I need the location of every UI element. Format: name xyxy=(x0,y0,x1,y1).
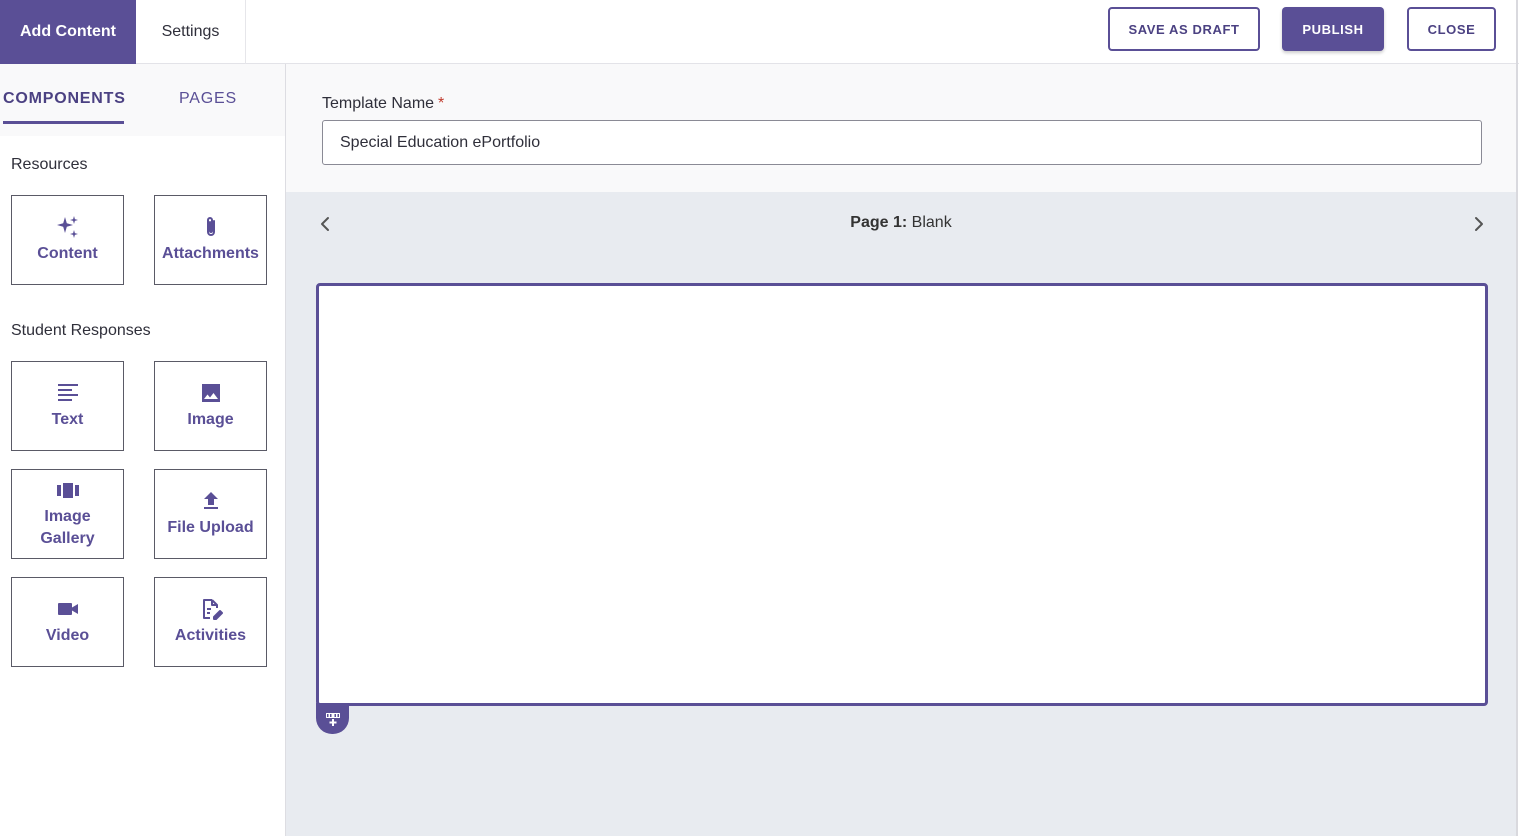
close-button[interactable]: CLOSE xyxy=(1407,7,1496,51)
component-content[interactable]: Content xyxy=(11,195,124,285)
component-label: Attachments xyxy=(162,245,259,262)
component-label: Activities xyxy=(174,627,247,644)
text-lines-icon xyxy=(56,381,80,405)
editor-main: Template Name* Page 1: Blank xyxy=(286,64,1516,836)
template-name-input[interactable] xyxy=(322,120,1482,165)
active-tab-indicator xyxy=(3,121,124,124)
template-name-label: Template Name * xyxy=(322,95,444,113)
component-label: File Upload xyxy=(167,519,254,536)
publish-button[interactable]: PUBLISH xyxy=(1282,7,1384,51)
component-image-gallery[interactable]: Image Gallery xyxy=(11,469,124,559)
template-name-label-text: Template Name xyxy=(322,95,435,112)
tab-settings[interactable]: Settings xyxy=(136,0,246,64)
component-image[interactable]: Image xyxy=(154,361,267,451)
tab-components[interactable]: COMPONENTS xyxy=(3,90,126,108)
image-icon xyxy=(199,381,223,405)
chevron-right-icon xyxy=(1475,217,1483,231)
next-page-button[interactable] xyxy=(1466,212,1490,236)
video-camera-icon xyxy=(56,597,80,621)
page-indicator: Page 1: Blank xyxy=(286,214,1516,232)
component-label: Text xyxy=(51,411,84,428)
component-label: Video xyxy=(45,627,90,644)
component-label: Image xyxy=(187,411,234,428)
chevron-left-icon xyxy=(321,217,329,231)
page-number: Page 1: xyxy=(850,214,908,231)
tab-pages[interactable]: PAGES xyxy=(179,90,237,108)
page-name: Blank xyxy=(911,214,952,231)
previous-page-button[interactable] xyxy=(314,212,338,236)
page-canvas-area: Page 1: Blank xyxy=(286,192,1516,836)
sparkle-icon xyxy=(56,215,80,239)
section-title-student-responses: Student Responses xyxy=(11,322,151,339)
component-label: Image Gallery xyxy=(40,508,95,547)
page-content-dropzone[interactable] xyxy=(316,283,1488,706)
component-file-upload[interactable]: File Upload xyxy=(154,469,267,559)
sidebar-tabs: COMPONENTS PAGES xyxy=(0,64,285,136)
component-video[interactable]: Video xyxy=(11,577,124,667)
add-section-handle[interactable] xyxy=(316,703,349,734)
window-edge xyxy=(1516,0,1518,836)
component-text[interactable]: Text xyxy=(11,361,124,451)
tab-add-content[interactable]: Add Content xyxy=(0,0,136,64)
required-mark: * xyxy=(438,95,445,112)
gallery-icon xyxy=(56,478,80,502)
component-attachments[interactable]: Attachments xyxy=(154,195,267,285)
save-as-draft-button[interactable]: SAVE AS DRAFT xyxy=(1108,7,1260,51)
edit-document-icon xyxy=(199,597,223,621)
add-row-icon xyxy=(325,712,340,726)
upload-icon xyxy=(199,489,223,513)
template-name-area: Template Name * xyxy=(286,64,1516,192)
top-bar: Add Content Settings SAVE AS DRAFT PUBLI… xyxy=(0,0,1519,64)
section-title-resources: Resources xyxy=(11,156,88,173)
components-sidebar: COMPONENTS PAGES Resources Content Attac… xyxy=(0,64,286,836)
paperclip-icon xyxy=(199,215,223,239)
component-label: Content xyxy=(37,245,98,262)
component-activities[interactable]: Activities xyxy=(154,577,267,667)
